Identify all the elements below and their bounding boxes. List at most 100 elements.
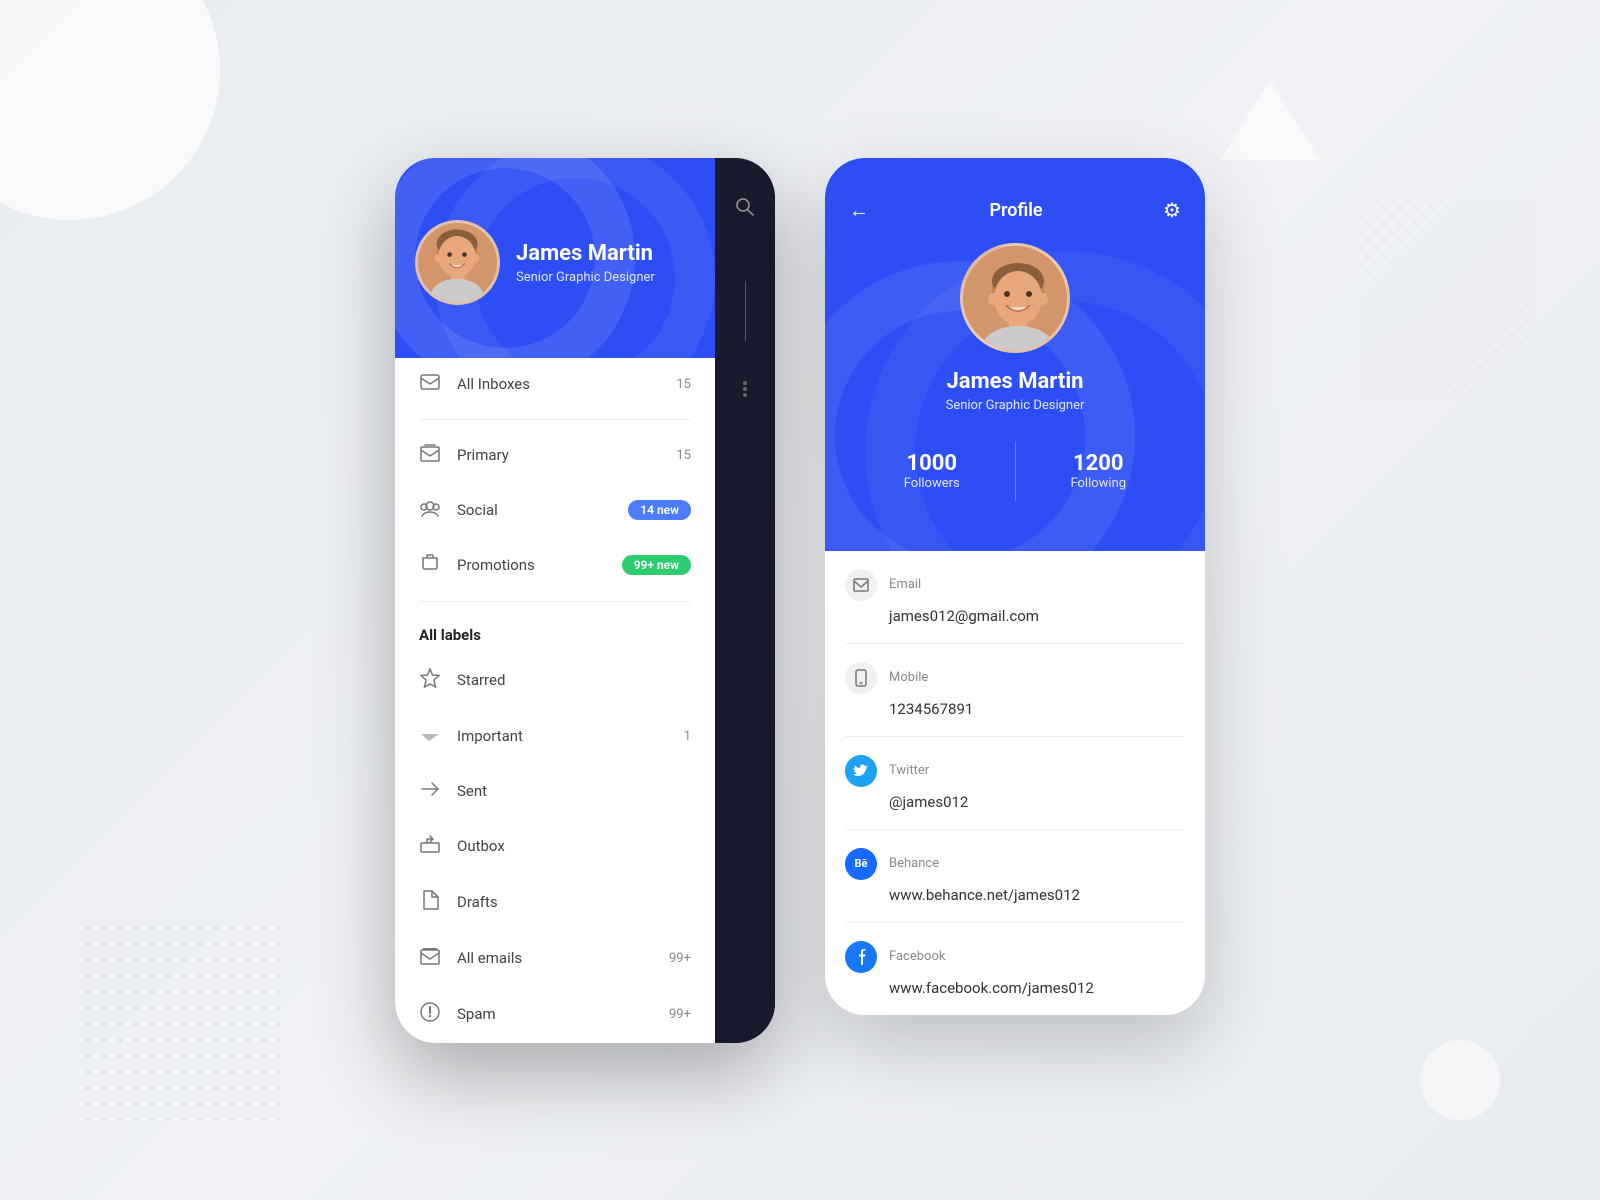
- profile2-job-title: Senior Graphic Designer: [946, 398, 1085, 413]
- profile-header: James Martin Senior Graphic Designer: [395, 158, 715, 358]
- promotions-label: Promotions: [457, 556, 606, 574]
- drafts-icon: [419, 890, 441, 915]
- primary-count: 15: [676, 448, 691, 463]
- bg-circle-1: [0, 0, 220, 220]
- bg-triangle: [1220, 80, 1320, 160]
- profile-header-blue: ← Profile ⚙: [825, 158, 1205, 551]
- spam-label: Spam: [457, 1005, 653, 1023]
- menu-item-sent[interactable]: Sent: [395, 764, 715, 819]
- mobile-value: 1234567891: [845, 700, 1185, 718]
- profile-name: James Martin: [516, 241, 655, 266]
- following-count: 1200: [1026, 451, 1172, 476]
- stats-row: 1000 Followers 1200 Following: [849, 441, 1181, 501]
- email-type-label: Email: [889, 577, 921, 592]
- email-icon: [845, 569, 877, 601]
- menu-item-social[interactable]: Social 14 new: [395, 483, 715, 538]
- behance-value: www.behance.net/james012: [845, 886, 1185, 904]
- profile2-avatar: [960, 243, 1070, 353]
- important-icon: [419, 725, 441, 748]
- followers-label: Followers: [859, 476, 1005, 491]
- mobile-icon: [845, 662, 877, 694]
- outbox-label: Outbox: [457, 837, 691, 855]
- outbox-icon: [419, 835, 441, 858]
- phones-container: James Martin Senior Graphic Designer All…: [395, 158, 1205, 1043]
- search-icon[interactable]: [736, 198, 754, 221]
- important-label: Important: [457, 727, 668, 745]
- social-icon: [419, 499, 441, 522]
- promotions-icon: [419, 554, 441, 577]
- all-inboxes-label: All Inboxes: [457, 375, 660, 393]
- behance-header: Bē Behance: [845, 848, 1185, 880]
- back-button[interactable]: ←: [849, 198, 869, 223]
- spam-icon: [419, 1002, 441, 1027]
- star-icon: [419, 668, 441, 693]
- behance-icon: Bē: [845, 848, 877, 880]
- all-emails-count: 99+: [669, 951, 691, 966]
- all-inboxes-count: 15: [676, 377, 691, 392]
- dark-side-panel: [715, 158, 775, 1043]
- twitter-type-label: Twitter: [889, 763, 929, 778]
- settings-button[interactable]: ⚙: [1163, 198, 1181, 222]
- menu-item-drafts[interactable]: Drafts: [395, 874, 715, 931]
- behance-type-label: Behance: [889, 856, 939, 871]
- email-header: Email: [845, 569, 1185, 601]
- divider-1: [419, 419, 691, 420]
- primary-icon: [419, 444, 441, 467]
- menu-item-spam[interactable]: Spam 99+: [395, 986, 715, 1043]
- side-dots[interactable]: [743, 379, 747, 403]
- menu-item-primary[interactable]: Primary 15: [395, 428, 715, 483]
- profile2-name: James Martin: [947, 369, 1084, 394]
- menu-item-all-emails[interactable]: All emails 99+: [395, 931, 715, 986]
- following-stat: 1200 Following: [1016, 441, 1182, 501]
- facebook-icon: [845, 941, 877, 973]
- facebook-type-label: Facebook: [889, 949, 945, 964]
- facebook-info-row: Facebook www.facebook.com/james012: [845, 923, 1185, 1015]
- facebook-value: www.facebook.com/james012: [845, 979, 1185, 997]
- menu-item-promotions[interactable]: Promotions 99+ new: [395, 538, 715, 593]
- menu-item-starred[interactable]: Starred: [395, 652, 715, 709]
- followers-count: 1000: [859, 451, 1005, 476]
- sidebar-content: James Martin Senior Graphic Designer All…: [395, 158, 715, 1043]
- spam-count: 99+: [669, 1007, 691, 1022]
- mobile-header: Mobile: [845, 662, 1185, 694]
- phone-sidebar: James Martin Senior Graphic Designer All…: [395, 158, 775, 1043]
- avatar: [415, 220, 500, 305]
- nav-bar: ← Profile ⚙: [849, 198, 1181, 223]
- divider-2: [419, 601, 691, 602]
- twitter-value: @james012: [845, 793, 1185, 811]
- inbox-icon: [419, 374, 441, 395]
- promotions-badge: 99+ new: [622, 555, 691, 575]
- bg-dots-right: [1360, 200, 1540, 400]
- behance-info-row: Bē Behance www.behance.net/james012: [845, 830, 1185, 923]
- social-label: Social: [457, 501, 612, 519]
- twitter-icon: [845, 755, 877, 787]
- followers-stat: 1000 Followers: [849, 441, 1016, 501]
- menu-item-all-inboxes[interactable]: All Inboxes 15: [395, 358, 715, 411]
- sent-label: Sent: [457, 782, 691, 800]
- bg-dots-left: [80, 920, 280, 1120]
- bg-circle-2: [1420, 1040, 1500, 1120]
- following-label: Following: [1026, 476, 1172, 491]
- all-emails-icon: [419, 947, 441, 970]
- menu-item-important[interactable]: Important 1: [395, 709, 715, 764]
- mobile-type-label: Mobile: [889, 670, 928, 685]
- primary-label: Primary: [457, 446, 660, 464]
- labels-section-title: All labels: [395, 610, 715, 652]
- menu-item-outbox[interactable]: Outbox: [395, 819, 715, 874]
- social-badge: 14 new: [628, 500, 691, 520]
- side-label-home: [745, 281, 746, 349]
- menu-section: All Inboxes 15 Primary 15: [395, 358, 715, 1043]
- sent-icon: [419, 780, 441, 803]
- twitter-info-row: Twitter @james012: [845, 737, 1185, 830]
- important-count: 1: [684, 729, 691, 744]
- mobile-info-row: Mobile 1234567891: [845, 644, 1185, 737]
- contact-info-section: Email james012@gmail.com Mobile 12345678…: [825, 551, 1205, 1015]
- email-info-row: Email james012@gmail.com: [845, 551, 1185, 644]
- twitter-header: Twitter: [845, 755, 1185, 787]
- email-value: james012@gmail.com: [845, 607, 1185, 625]
- profile-job-title: Senior Graphic Designer: [516, 270, 655, 285]
- drafts-label: Drafts: [457, 893, 691, 911]
- nav-title: Profile: [989, 200, 1042, 221]
- all-emails-label: All emails: [457, 949, 653, 967]
- profile-text: James Martin Senior Graphic Designer: [516, 241, 655, 285]
